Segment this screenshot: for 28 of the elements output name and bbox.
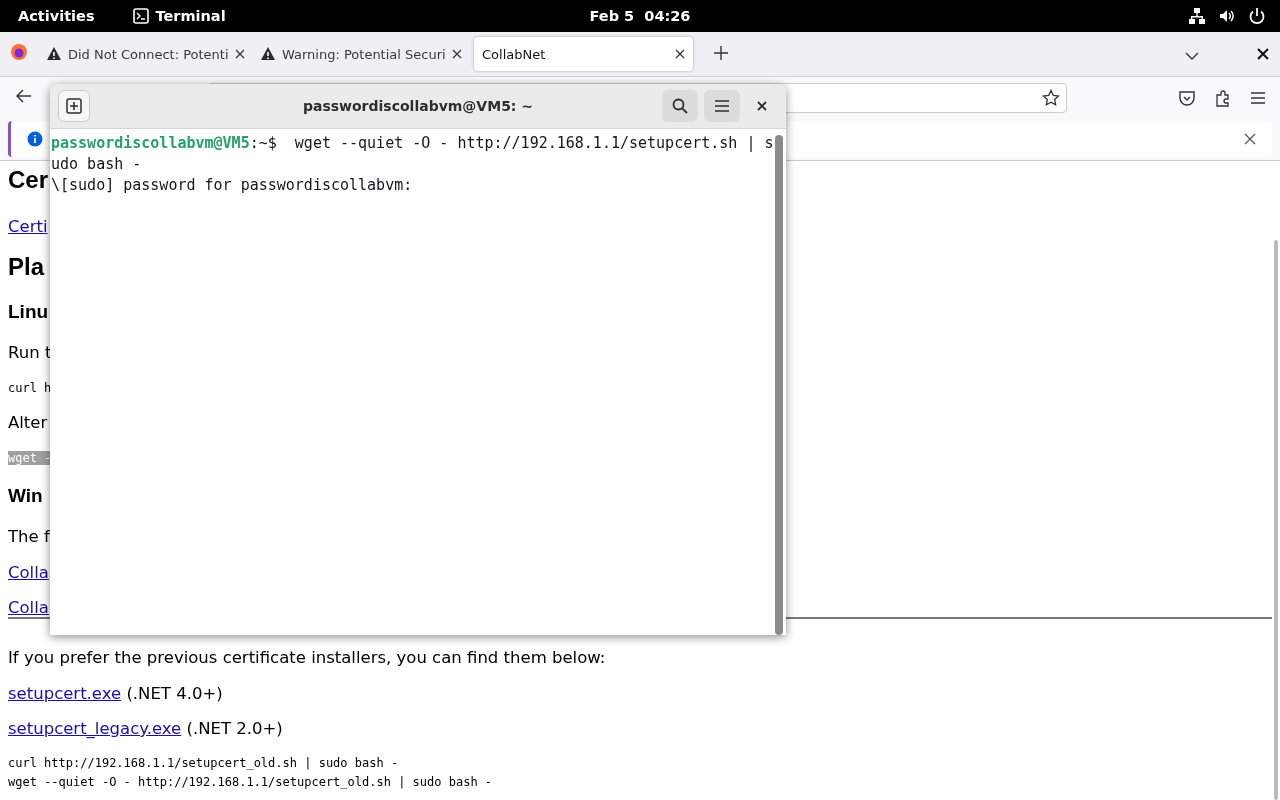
terminal-line: passwordiscollabvm@VM5:~$ wget --quiet -O - http://192.168.1.1/setupcert.sh | s xyxy=(51,133,775,154)
app-menu[interactable]: Terminal xyxy=(155,8,226,24)
link-note: (.NET 4.0+) xyxy=(125,684,223,703)
page-heading: Cer xyxy=(8,165,49,195)
link[interactable]: Colla xyxy=(8,598,49,617)
clock[interactable]: Feb 5 04:26 xyxy=(589,8,691,24)
paragraph: The f xyxy=(8,527,50,546)
subsection-heading: Linu xyxy=(8,301,49,323)
code-snippet: wget - xyxy=(8,450,52,465)
terminal-line: \[sudo] password for passwordiscollabvm: xyxy=(51,175,414,196)
command-line: curl http://192.168.1.1/setupcert_old.sh | sudo bash - xyxy=(8,756,399,770)
link[interactable]: setupcert.exe xyxy=(8,684,122,703)
section-heading: Pla xyxy=(8,253,45,281)
terminal-line: udo bash - xyxy=(51,154,143,175)
browser-tab[interactable]: Did Not Connect: Potenti xyxy=(38,37,245,71)
link[interactable]: setupcert_legacy.exe xyxy=(8,719,182,738)
subsection-heading: Win xyxy=(8,485,43,507)
paragraph: If you prefer the previous certificate installers, you can find them below: xyxy=(8,648,606,667)
code-snippet: curl h xyxy=(8,380,52,395)
browser-tab[interactable]: CollabNet xyxy=(474,37,693,71)
activities-button[interactable]: Activities xyxy=(18,8,95,24)
link[interactable]: Certi xyxy=(8,217,48,236)
browser-tab[interactable]: Warning: Potential Securi xyxy=(252,37,467,71)
window-title: passwordiscollabvm@VM5: ~ xyxy=(302,98,534,114)
link-note: (.NET 2.0+) xyxy=(185,719,283,738)
paragraph: Alter xyxy=(8,413,48,432)
command-line: wget --quiet -O - http://192.168.1.1/setupcert_old.sh | sudo bash - xyxy=(8,775,493,789)
link[interactable]: Colla xyxy=(8,563,49,582)
